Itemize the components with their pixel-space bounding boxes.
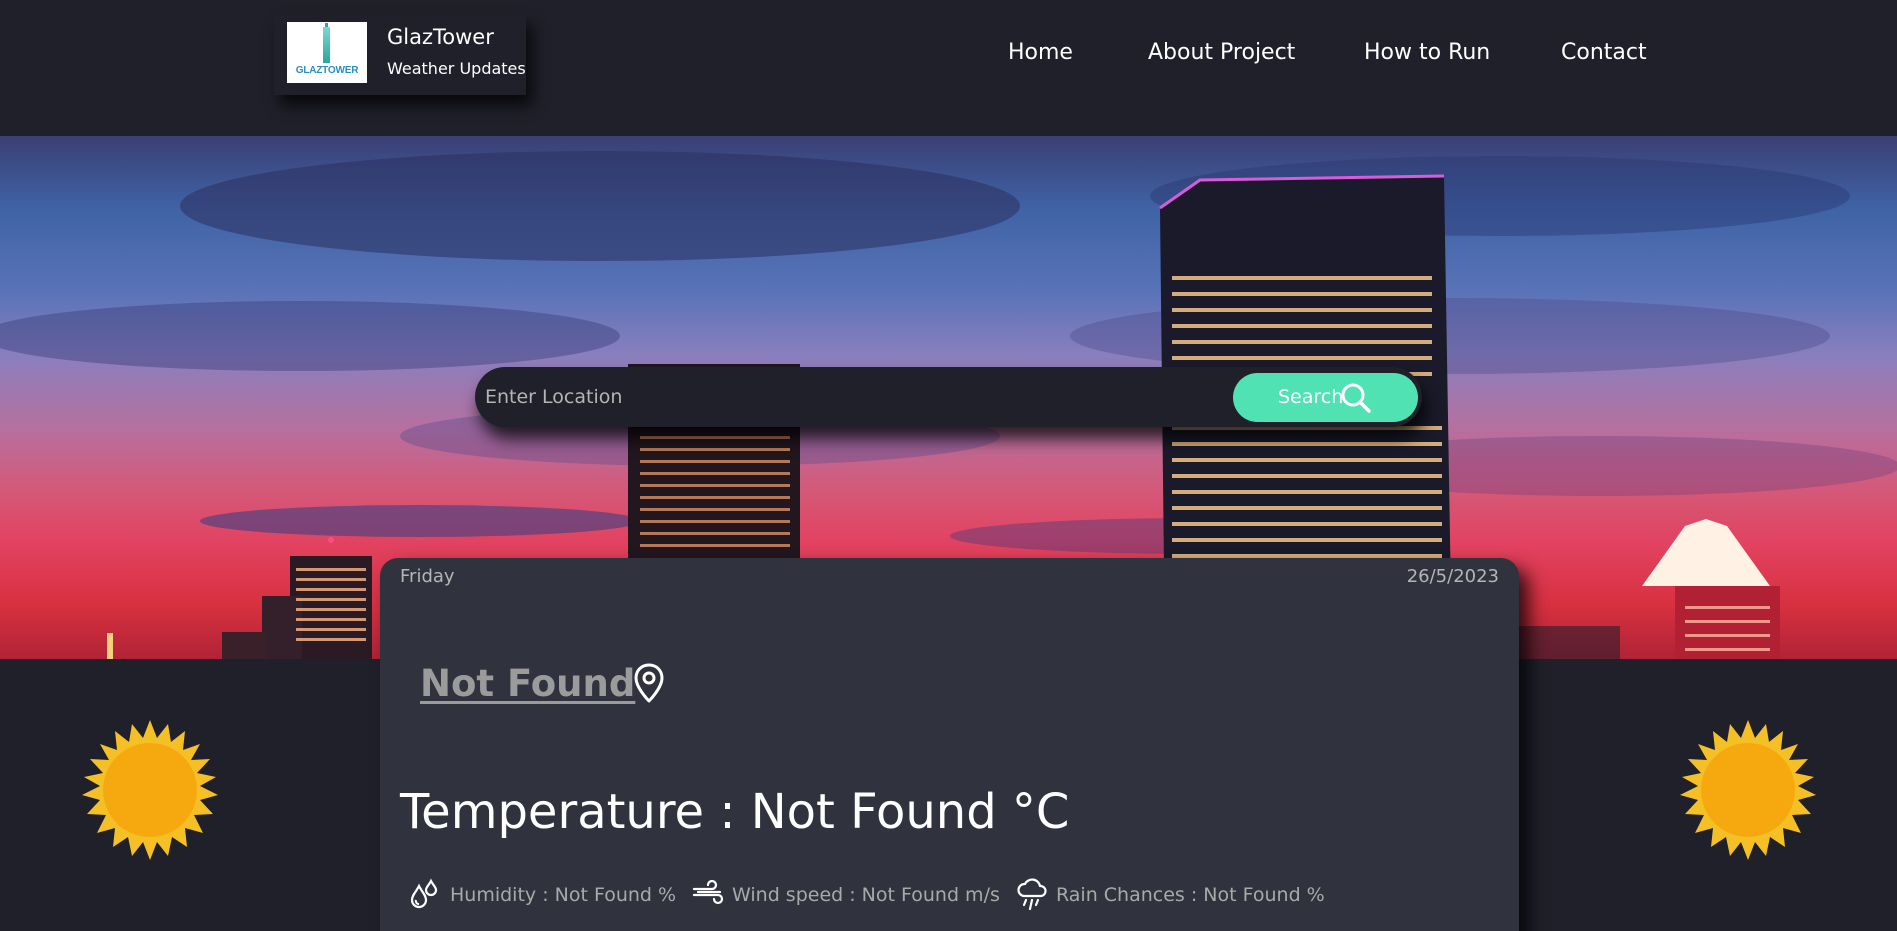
logo-tower-icon	[323, 27, 330, 63]
nav-contact[interactable]: Contact	[1561, 40, 1647, 65]
brand-title: GlazTower	[387, 25, 494, 49]
logo: GLAZTOWER	[287, 22, 367, 83]
page: GLAZTOWER GlazTower Weather Updates Home…	[0, 0, 1897, 931]
search-button-label: Search	[1278, 386, 1344, 408]
rain-cloud-icon	[1017, 878, 1047, 911]
rain-chances-reading: Rain Chances : Not Found %	[1056, 884, 1325, 906]
location-search-input[interactable]	[485, 367, 1185, 427]
date-label: 26/5/2023	[1406, 566, 1499, 587]
humidity-icon	[410, 878, 438, 909]
weather-card: Friday 26/5/2023 Not Found Temperature :…	[380, 558, 1519, 931]
nav-about-project[interactable]: About Project	[1148, 40, 1295, 65]
day-label: Friday	[400, 566, 455, 587]
city-name[interactable]: Not Found	[420, 662, 635, 705]
wind-speed-reading: Wind speed : Not Found m/s	[732, 884, 1000, 906]
search-bar: Search	[475, 367, 1422, 427]
map-pin-icon	[634, 663, 664, 703]
nav-home[interactable]: Home	[1008, 40, 1073, 65]
brand-subtitle: Weather Updates	[387, 59, 526, 78]
sun-icon-left	[82, 720, 218, 860]
wind-icon	[692, 879, 724, 905]
temperature-reading: Temperature : Not Found °C	[400, 784, 1070, 840]
search-button[interactable]: Search	[1233, 373, 1418, 422]
site-header: GLAZTOWER GlazTower Weather Updates Home…	[0, 0, 1897, 136]
nav-how-to-run[interactable]: How to Run	[1364, 40, 1490, 65]
humidity-reading: Humidity : Not Found %	[450, 884, 677, 906]
brand-box[interactable]: GLAZTOWER GlazTower Weather Updates	[274, 15, 526, 95]
search-icon	[1341, 383, 1371, 413]
sun-icon-right	[1680, 720, 1816, 860]
logo-text: GLAZTOWER	[295, 65, 359, 76]
